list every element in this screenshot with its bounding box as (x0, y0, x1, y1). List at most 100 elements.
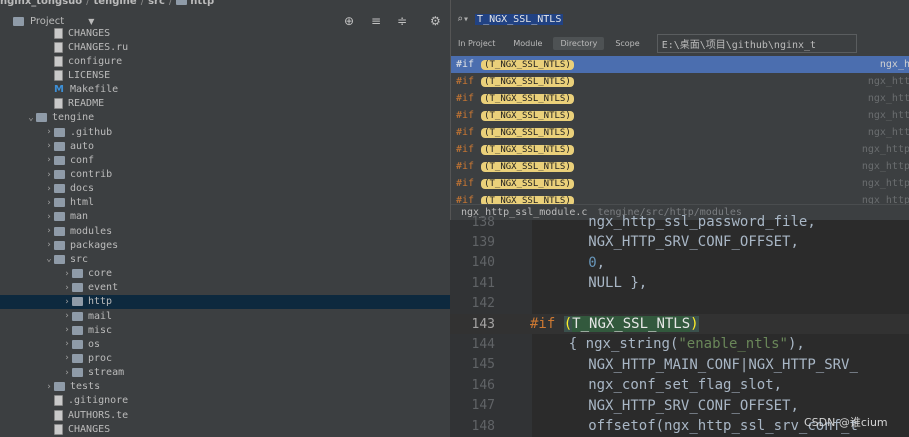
tree-row[interactable]: CHANGES (0, 26, 450, 40)
chevron-down-icon[interactable]: ⌄ (44, 254, 54, 264)
filter-directory[interactable]: Directory (553, 36, 605, 50)
tree-row[interactable]: › .github (0, 125, 450, 139)
folder-icon (72, 339, 83, 349)
result-row[interactable]: #if (T_NGX_SSL_NTLS) ngx_http (451, 158, 909, 175)
tree-row-label: packages (70, 239, 119, 251)
tree-row[interactable]: AUTHORS.te (0, 408, 450, 422)
tree-row-label: mail (88, 310, 113, 322)
tree-row[interactable]: › os (0, 337, 450, 351)
code-line[interactable]: 145 NGX_HTTP_MAIN_CONF|NGX_HTTP_SRV_ (450, 355, 909, 375)
chevron-right-icon[interactable]: › (62, 283, 72, 293)
chevron-right-icon[interactable]: › (44, 240, 54, 250)
breadcrumb-item[interactable]: nginx_tongsuo (0, 0, 82, 7)
tree-row[interactable]: CHANGES.ru (0, 40, 450, 54)
code-editor[interactable]: 138 ngx_http_ssl_password_file, 139 NGX_HTT… (450, 214, 909, 437)
chevron-right-icon[interactable]: › (62, 325, 72, 335)
result-row[interactable]: #if (T_NGX_SSL_NTLS) ngx_htt (451, 90, 909, 107)
chevron-right-icon[interactable]: › (62, 353, 72, 363)
tree-row[interactable]: › packages (0, 238, 450, 252)
result-row[interactable]: #if (T_NGX_SSL_NTLS) ngx_http (451, 141, 909, 158)
chevron-right-icon[interactable]: › (44, 184, 54, 194)
code-line[interactable]: 140 0, (450, 253, 909, 273)
code-line[interactable]: 142 (450, 294, 909, 314)
tree-row[interactable]: › conf (0, 153, 450, 167)
tree-row[interactable]: › modules (0, 224, 450, 238)
chevron-right-icon[interactable]: › (44, 155, 54, 165)
code-line[interactable]: 138 ngx_http_ssl_password_file, (450, 212, 909, 232)
breadcrumb-item[interactable]: http (176, 0, 214, 7)
line-number: 141 (471, 275, 495, 291)
tree-row[interactable]: LICENSE (0, 68, 450, 82)
result-row[interactable]: #if (T_NGX_SSL_NTLS) ngx_htt (451, 107, 909, 124)
result-directive: #if (456, 144, 475, 155)
tree-row[interactable]: M Makefile (0, 83, 450, 97)
code-line[interactable]: 144 { ngx_string("enable_ntls"), (450, 334, 909, 354)
code-line[interactable]: 146 ngx_conf_set_flag_slot, (450, 375, 909, 395)
chevron-right-icon[interactable]: › (62, 311, 72, 321)
tree-row[interactable]: › stream (0, 366, 450, 380)
file-icon (54, 409, 63, 421)
folder-icon (54, 240, 65, 250)
chevron-right-icon[interactable]: › (44, 170, 54, 180)
file-icon (54, 423, 63, 435)
code-line[interactable]: 147 NGX_HTTP_SRV_CONF_OFFSET, (450, 396, 909, 416)
chevron-right-icon[interactable]: › (44, 212, 54, 222)
breadcrumb-item[interactable]: tengine (94, 0, 137, 7)
chevron-right-icon[interactable]: › (44, 198, 54, 208)
result-row[interactable]: #if (T_NGX_SSL_NTLS) ngx_h (451, 56, 909, 73)
result-match: (T_NGX_SSL_NTLS) (481, 93, 574, 104)
tree-row[interactable]: configure (0, 54, 450, 68)
code-line[interactable]: 141 NULL }, (450, 273, 909, 293)
tree-row[interactable]: › contrib (0, 168, 450, 182)
directory-path-field[interactable]: E:\桌面\项目\github\nginx_t (656, 33, 857, 53)
tree-row[interactable]: ⌄ tengine (0, 111, 450, 125)
folder-icon (54, 141, 65, 151)
chevron-right-icon[interactable]: › (44, 141, 54, 151)
result-row[interactable]: #if (T_NGX_SSL_NTLS) ngx_htt (451, 124, 909, 141)
tree-row[interactable]: .gitignore (0, 394, 450, 408)
project-view-selector[interactable]: Project (30, 16, 64, 27)
tree-row[interactable]: › html (0, 196, 450, 210)
tree-row[interactable]: ⌄ src (0, 252, 450, 266)
tree-row[interactable]: › proc (0, 351, 450, 365)
tree-row[interactable]: README (0, 97, 450, 111)
chevron-right-icon[interactable]: › (44, 226, 54, 236)
chevron-right-icon[interactable]: › (62, 368, 72, 378)
tree-row[interactable]: › tests (0, 380, 450, 394)
tree-row[interactable]: › event (0, 281, 450, 295)
line-number: 140 (471, 255, 495, 271)
filter-in-project[interactable]: In Project (451, 37, 502, 50)
number-literal: 0 (588, 254, 597, 271)
tree-row[interactable]: › man (0, 210, 450, 224)
tree-row[interactable]: › auto (0, 139, 450, 153)
chevron-down-icon[interactable]: ▼ (88, 17, 94, 26)
result-directive: #if (456, 76, 475, 87)
breadcrumb-item[interactable]: src (148, 0, 165, 7)
code-line[interactable]: 139 NGX_HTTP_SRV_CONF_OFFSET, (450, 232, 909, 252)
filter-scope[interactable]: Scope (608, 37, 646, 50)
chevron-right-icon[interactable]: › (44, 382, 54, 392)
tree-row[interactable]: › misc (0, 323, 450, 337)
result-row[interactable]: #if (T_NGX_SSL_NTLS) ngx_htt (451, 73, 909, 90)
result-match: (T_NGX_SSL_NTLS) (481, 161, 574, 172)
result-file: ngx_http (861, 144, 909, 155)
string-literal: "enable_ntls" (678, 336, 788, 353)
chevron-down-icon[interactable]: ⌄ (26, 113, 36, 123)
chevron-right-icon[interactable]: › (44, 127, 54, 137)
chevron-right-icon[interactable]: › (62, 339, 72, 349)
tree-row[interactable]: › core (0, 267, 450, 281)
tree-row[interactable]: › http (0, 294, 450, 309)
chevron-right-icon[interactable]: › (62, 297, 72, 307)
tree-row[interactable]: CHANGES (0, 422, 450, 436)
code-line[interactable]: 143 #if (T_NGX_SSL_NTLS) (450, 314, 909, 334)
tree-row[interactable]: › mail (0, 309, 450, 323)
filter-module[interactable]: Module (506, 37, 549, 50)
search-bar[interactable]: ⌕▾ T_NGX_SSL_NTLS (451, 10, 909, 28)
chevron-right-icon[interactable]: › (62, 269, 72, 279)
result-row[interactable]: #if (T_NGX_SSL_NTLS) ngx_http (451, 175, 909, 192)
tree-row[interactable]: › docs (0, 182, 450, 196)
breadcrumb-separator: / (86, 0, 90, 7)
search-input[interactable]: T_NGX_SSL_NTLS (475, 13, 564, 25)
file-icon (54, 41, 63, 53)
tree-row-label: tengine (52, 112, 95, 124)
